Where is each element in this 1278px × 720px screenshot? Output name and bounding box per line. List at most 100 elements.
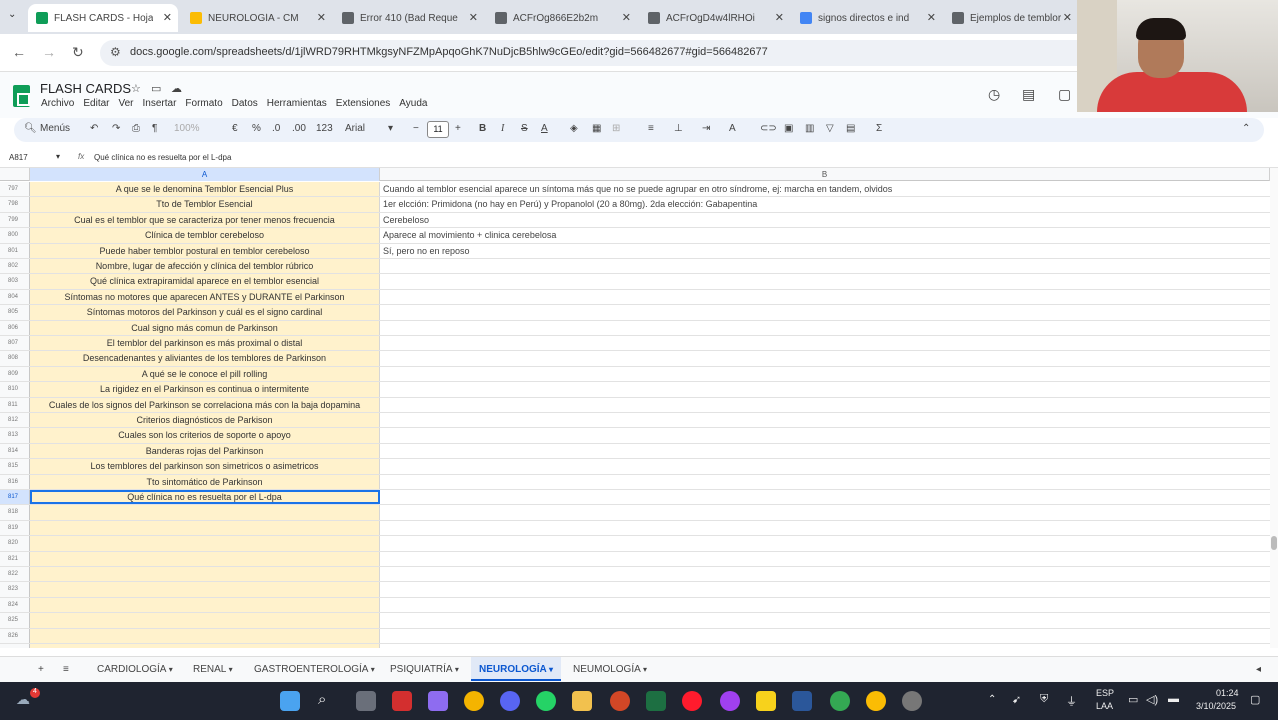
close-tab-icon[interactable]: ✕ [1063, 11, 1072, 24]
cell-question[interactable]: Síntomas no motores que aparecen ANTES y… [30, 289, 380, 305]
cell-answer[interactable] [381, 398, 1270, 412]
forward-icon[interactable]: → [42, 44, 56, 60]
meet-icon[interactable]: ▢ [1058, 86, 1071, 103]
discord-icon[interactable] [500, 691, 520, 711]
fill-color-icon[interactable]: ◈ [570, 123, 578, 134]
language-label[interactable]: ESP [1096, 688, 1114, 698]
browser-tab[interactable]: ACFrOg866E2b2m ✕ [487, 4, 637, 32]
browser-tab[interactable]: Error 410 (Bad Reque ✕ [334, 4, 484, 32]
close-tab-icon[interactable]: ✕ [622, 11, 631, 24]
vertical-align-icon[interactable]: ⊥ [674, 123, 683, 134]
collapse-toolbar-icon[interactable]: ⌃ [1242, 123, 1250, 134]
task-view-icon[interactable] [356, 691, 376, 711]
document-title[interactable]: FLASH CARDS [40, 81, 131, 96]
address-bar[interactable]: ⚙ docs.google.com/spreadsheets/d/1jlWRD7… [100, 40, 1090, 66]
horizontal-align-icon[interactable]: ≡ [648, 123, 654, 134]
browser-tab[interactable]: NEUROLOGÍA - CM ✕ [182, 4, 332, 32]
copilot-icon[interactable] [428, 691, 448, 711]
font-dropdown-icon[interactable]: ▾ [388, 123, 393, 134]
row-number[interactable]: 799 [0, 212, 30, 228]
cell-answer[interactable] [381, 644, 1270, 648]
row-number[interactable]: 821 [0, 551, 30, 566]
cell-answer[interactable]: Cerebeloso [381, 213, 1270, 227]
cell-answer[interactable] [381, 552, 1270, 566]
text-color-icon[interactable]: A [541, 123, 548, 134]
font-select[interactable]: Arial [345, 123, 365, 134]
cell-answer[interactable] [381, 367, 1270, 381]
decrease-decimals-button[interactable]: .0 [272, 123, 280, 134]
search-menus-icon[interactable]: 🔍︎ [24, 123, 37, 134]
browser-tab[interactable]: Ejemplos de temblor ✕ [944, 4, 1078, 32]
cell-answer[interactable]: Cuando al temblor esencial aparece un sí… [381, 182, 1270, 196]
cell-answer[interactable] [381, 382, 1270, 396]
cell-answer[interactable] [381, 259, 1270, 273]
row-number[interactable]: 806 [0, 320, 30, 335]
cell-answer[interactable] [381, 536, 1270, 550]
undo-icon[interactable]: ↶ [90, 123, 98, 134]
cell-answer[interactable] [381, 629, 1270, 643]
sheet-tab-menu-icon[interactable]: ▾ [368, 665, 375, 674]
row-number[interactable]: 807 [0, 336, 30, 351]
menu-item[interactable]: Editar [83, 98, 109, 109]
insert-chart-icon[interactable]: ▥ [805, 123, 814, 134]
acrobat-icon[interactable] [392, 691, 412, 711]
row-number[interactable]: 802 [0, 259, 30, 274]
cell-question[interactable]: Criterios diagnósticos de Parkison [30, 413, 380, 428]
close-tab-icon[interactable]: ✕ [469, 11, 478, 24]
usb-icon[interactable]: ⏚ [1066, 693, 1077, 709]
cell-answer[interactable] [381, 305, 1270, 319]
excel-icon[interactable] [646, 691, 666, 711]
cell-answer[interactable]: 1er elcción: Primidona (no hay en Perú) … [381, 197, 1270, 211]
row-number[interactable]: 798 [0, 197, 30, 212]
row-number[interactable]: 819 [0, 520, 30, 536]
add-sheet-icon[interactable]: + [30, 657, 52, 681]
cell-answer[interactable] [381, 336, 1270, 350]
row-number[interactable]: 826 [0, 628, 30, 643]
cell-question[interactable] [30, 551, 380, 566]
cell-question[interactable]: Cual signo más comun de Parkinson [30, 320, 380, 335]
chrome-icon[interactable] [464, 691, 484, 711]
search-icon[interactable]: ⌕ [318, 691, 338, 711]
cell-answer[interactable] [381, 598, 1270, 612]
cell-question[interactable]: Clínica de temblor cerebeloso [30, 228, 380, 243]
browser-tab[interactable]: FLASH CARDS - Hoja ✕ [28, 4, 178, 32]
sticky-notes-icon[interactable] [756, 691, 776, 711]
merge-cells-icon[interactable]: ⊞ [612, 123, 620, 134]
browser-tab[interactable]: ACFrOgD4w4lRHOi ✕ [640, 4, 790, 32]
cell-answer[interactable]: Sí, pero no en reposo [381, 244, 1270, 258]
filter-views-icon[interactable]: ▤ [846, 123, 855, 134]
paint-format-icon[interactable]: ¶ [152, 123, 157, 134]
cell-answer[interactable] [381, 613, 1270, 627]
cloud-status-icon[interactable]: ☁ [171, 82, 182, 95]
row-number[interactable]: 804 [0, 289, 30, 305]
sheet-tab[interactable]: PSIQUIATRÍA ▾ [382, 657, 467, 681]
row-number[interactable]: 825 [0, 613, 30, 628]
row-number[interactable]: 800 [0, 228, 30, 243]
sheet-tab[interactable]: NEUMOLOGÍA ▾ [565, 657, 655, 681]
select-all-corner[interactable] [0, 168, 30, 181]
sheet-tab[interactable]: CARDIOLOGÍA ▾ [89, 657, 181, 681]
security-icon[interactable]: ⛨ [1040, 693, 1048, 706]
file-explorer-icon[interactable] [572, 691, 592, 711]
browser-tab[interactable]: signos directos e ind ✕ [792, 4, 942, 32]
zoom-select[interactable]: 100% [174, 123, 200, 134]
comments-icon[interactable]: ▤ [1022, 86, 1035, 103]
increase-decimals-button[interactable]: .00 [292, 123, 306, 134]
row-number[interactable]: 815 [0, 459, 30, 474]
sheet-tab-menu-icon[interactable]: ▾ [547, 665, 553, 674]
cell-answer[interactable] [381, 490, 1270, 504]
increase-font-size-icon[interactable]: + [455, 123, 461, 134]
cell-answer[interactable]: Aparece al movimiento + clinica cerebelo… [381, 228, 1270, 242]
row-number[interactable]: 812 [0, 413, 30, 428]
menu-item[interactable]: Ver [118, 98, 133, 109]
cell-answer[interactable] [381, 459, 1270, 473]
start-icon[interactable] [280, 691, 300, 711]
cell-answer[interactable] [381, 582, 1270, 596]
sheet-tab-menu-icon[interactable]: ▾ [166, 665, 173, 674]
print-icon[interactable]: ⎙ [132, 123, 140, 134]
whatsapp-icon[interactable] [536, 691, 556, 711]
row-number[interactable]: 810 [0, 382, 30, 397]
cell-answer[interactable] [381, 567, 1270, 581]
cell-question[interactable] [30, 505, 380, 520]
cell-question[interactable]: Síntomas motoros del Parkinson y cuál es… [30, 305, 380, 320]
